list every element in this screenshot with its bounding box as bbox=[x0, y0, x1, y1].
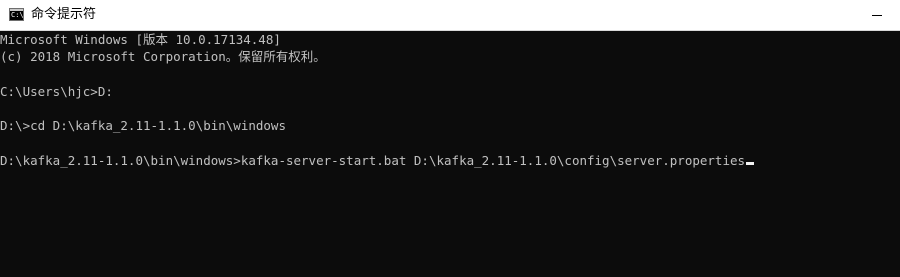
cmd-icon[interactable]: C:\ bbox=[9, 8, 24, 21]
console-line-version: Microsoft Windows [版本 10.0.17134.48] bbox=[0, 32, 281, 47]
cmd-icon-glyph: C:\ bbox=[11, 11, 24, 19]
console-line-change-drive: C:\Users\hjc>D: bbox=[0, 83, 113, 99]
current-command-text: D:\kafka_2.11-1.1.0\bin\windows>kafka-se… bbox=[0, 153, 746, 169]
text-cursor bbox=[746, 162, 755, 166]
console-line-copyright: (c) 2018 Microsoft Corporation。保留所有权利。 bbox=[0, 49, 326, 65]
cmd-window: C:\ 命令提示符 Microsoft Windows [版本 10.0.171… bbox=[0, 0, 900, 277]
window-title: 命令提示符 bbox=[31, 7, 97, 22]
command-prompt-line[interactable]: D:\kafka_2.11-1.1.0\bin\windows>kafka-se… bbox=[0, 152, 900, 169]
title-bar[interactable]: C:\ 命令提示符 bbox=[0, 0, 900, 31]
console-line-cd-command: D:\>cd D:\kafka_2.11-1.1.0\bin\windows bbox=[0, 118, 286, 134]
minimize-button[interactable] bbox=[854, 0, 900, 30]
console-output[interactable]: Microsoft Windows [版本 10.0.17134.48] (c)… bbox=[0, 31, 900, 277]
